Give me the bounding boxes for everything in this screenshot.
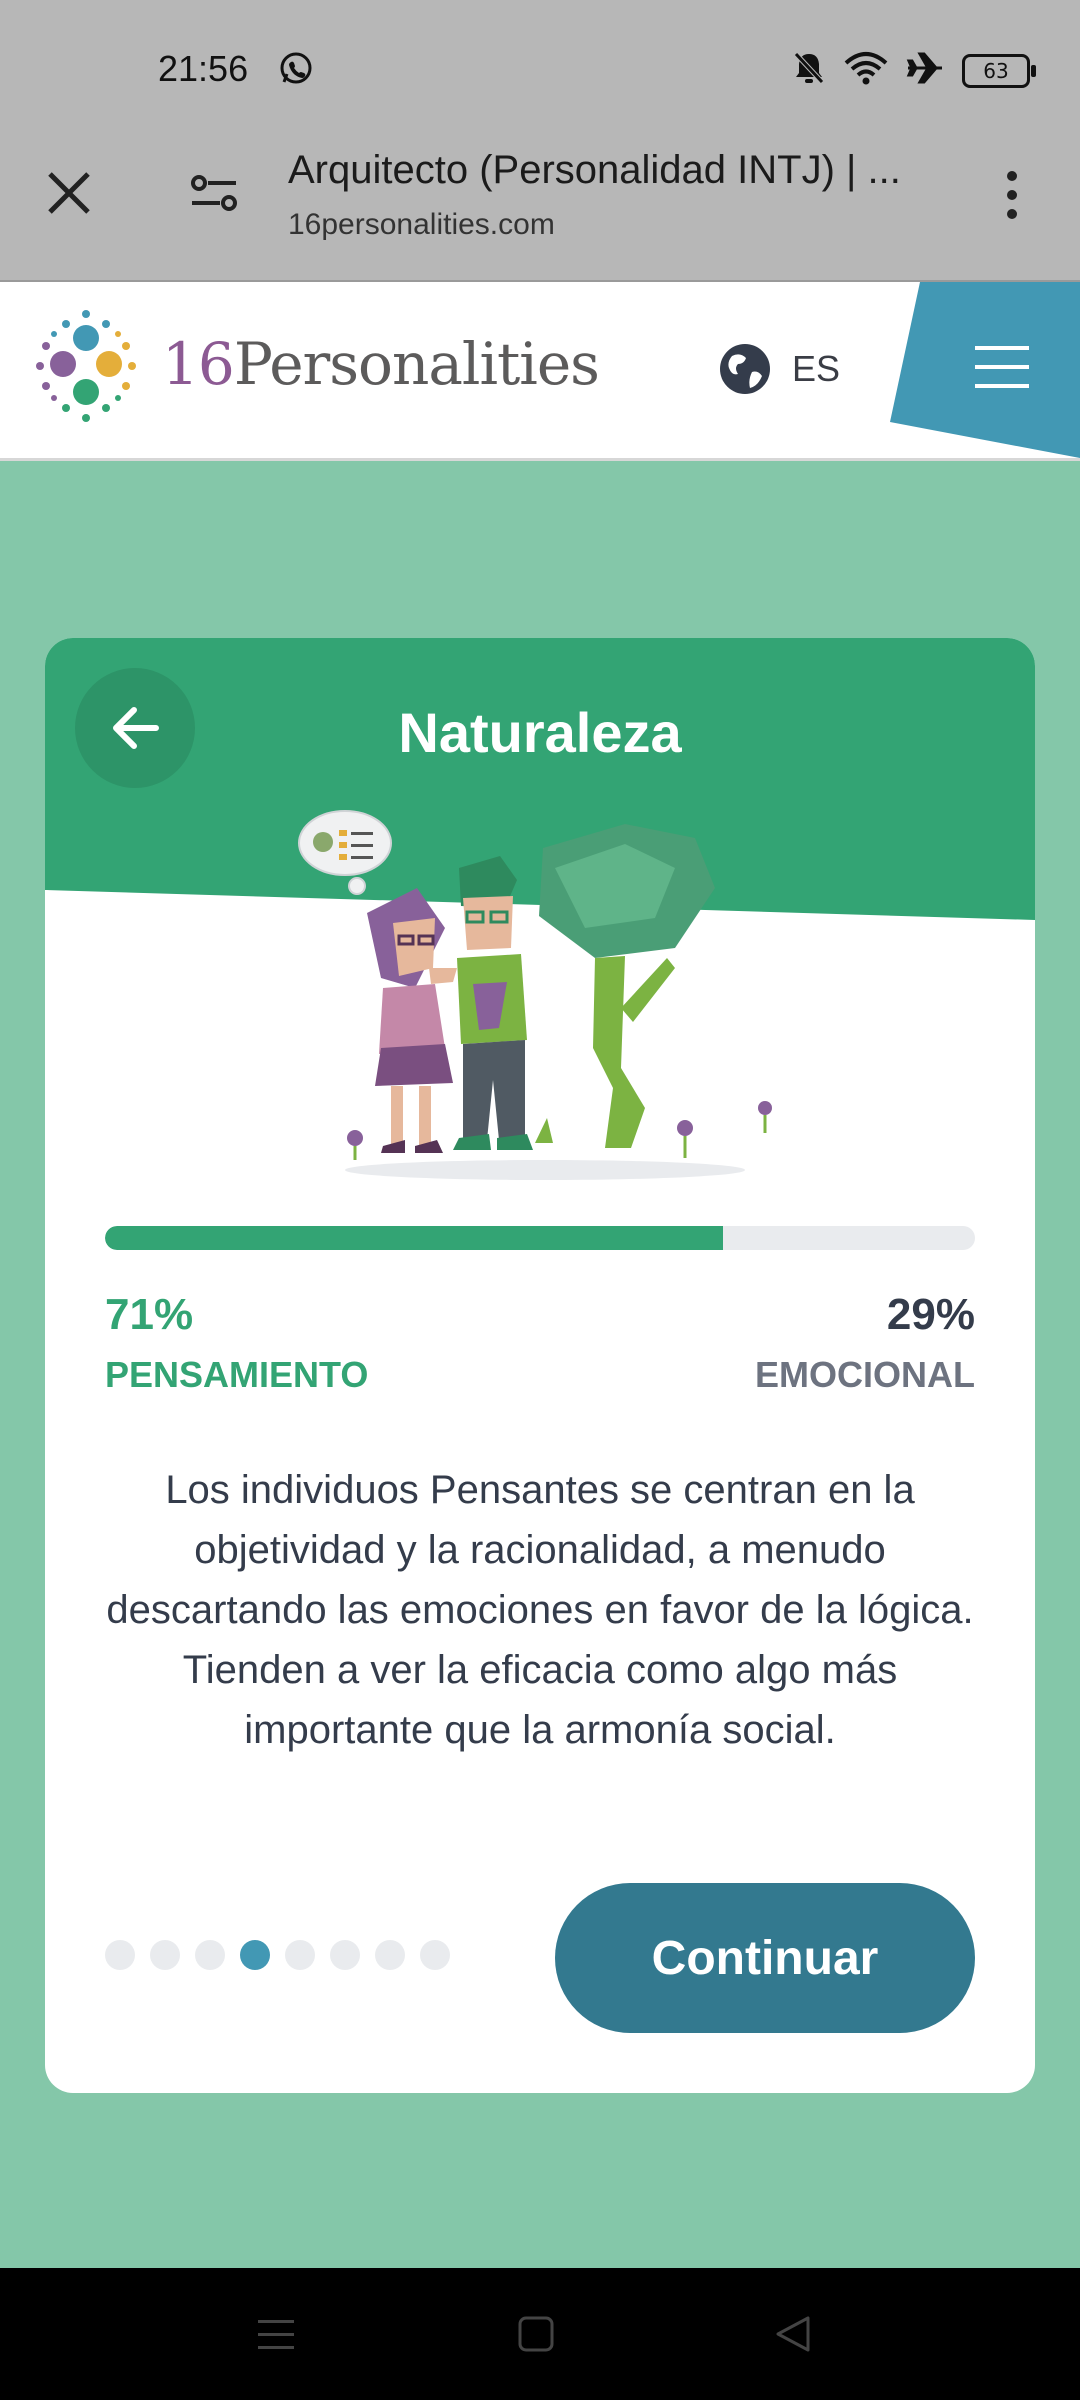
globe-icon[interactable]	[718, 342, 772, 401]
trait-progress-bar	[105, 1226, 975, 1250]
thinker-illustration	[295, 808, 795, 1193]
trait-progress-fill	[105, 1226, 723, 1250]
recent-apps-icon[interactable]	[256, 2314, 296, 2359]
more-options-icon[interactable]	[1000, 170, 1024, 225]
pagination-dot[interactable]	[285, 1940, 315, 1970]
pagination-dot[interactable]	[105, 1940, 135, 1970]
pagination-dots	[105, 1940, 450, 1970]
thinking-label: PENSAMIENTO	[105, 1354, 369, 1395]
pagination-dot[interactable]	[420, 1940, 450, 1970]
thinking-percent: 71%	[105, 1290, 194, 1339]
logo-wordmark[interactable]: 16Personalities	[162, 330, 600, 398]
language-selector[interactable]: ES	[792, 348, 840, 390]
battery-icon: 63	[962, 53, 1036, 88]
system-navigation-bar	[0, 2268, 1080, 2400]
whatsapp-icon	[278, 50, 314, 91]
feeling-label: EMOCIONAL	[755, 1354, 975, 1395]
wifi-icon	[844, 51, 888, 90]
browser-page-title[interactable]: Arquitecto (Personalidad INTJ) | ...	[288, 148, 948, 193]
trait-card: Naturaleza 71% PENSAMIENTO 29% EMOCIONAL…	[45, 638, 1035, 2093]
close-tab-button[interactable]	[46, 170, 92, 221]
status-bar: 21:56 63	[0, 0, 1080, 140]
site-settings-icon[interactable]	[190, 172, 238, 219]
continue-button[interactable]: Continuar	[555, 1883, 975, 2033]
card-title: Naturaleza	[398, 701, 682, 764]
logo-icon[interactable]	[26, 306, 146, 431]
feeling-percent: 29%	[886, 1290, 975, 1339]
logo-word: Personalities	[233, 330, 600, 398]
logo-number: 16	[162, 330, 235, 398]
pagination-dot[interactable]	[195, 1940, 225, 1970]
browser-url[interactable]: 16personalities.com	[288, 208, 555, 242]
pagination-dot[interactable]	[375, 1940, 405, 1970]
hamburger-icon[interactable]	[975, 344, 1029, 395]
pagination-dot[interactable]	[240, 1940, 270, 1970]
bell-off-icon	[792, 50, 826, 91]
back-triangle-icon[interactable]	[774, 2314, 814, 2359]
status-time: 21:56	[158, 48, 249, 89]
home-icon[interactable]	[516, 2314, 556, 2359]
trait-description: Los individuos Pensantes se centran en l…	[106, 1468, 974, 1752]
airplane-icon	[906, 51, 944, 90]
pagination-dot[interactable]	[150, 1940, 180, 1970]
pagination-dot[interactable]	[330, 1940, 360, 1970]
